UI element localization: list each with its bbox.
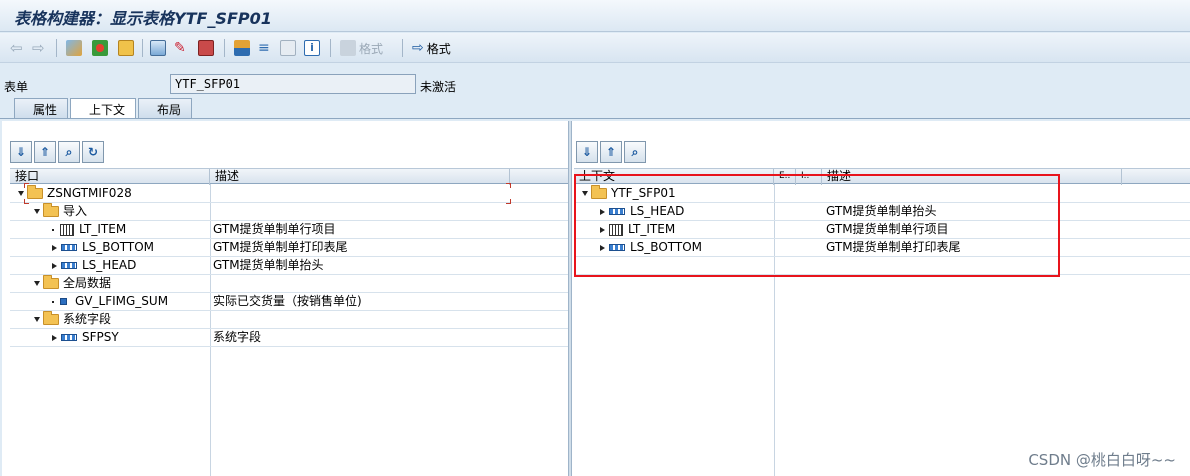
style-disabled-icon <box>340 40 356 56</box>
left-table-header: 接口 描述 <box>10 168 568 185</box>
activate-icon[interactable] <box>92 39 108 57</box>
refresh-icon[interactable]: ↻ <box>82 141 104 163</box>
application-toolbar: ⇦ ⇨ ✎ ≡ i 格式 ⇨ 格式 <box>0 33 1190 63</box>
tab-strip: 属性 上下文 布局 <box>14 98 194 118</box>
highlight-annotation <box>574 174 1060 277</box>
form-icon[interactable] <box>198 39 214 57</box>
folder-icon <box>27 185 43 199</box>
table-type-icon <box>60 223 74 236</box>
info-icon[interactable]: i <box>304 39 320 57</box>
tab-properties[interactable]: 属性 <box>14 98 69 118</box>
find-icon[interactable]: ⌕ <box>58 141 80 163</box>
where-used-icon[interactable] <box>150 39 166 57</box>
variable-icon <box>60 298 67 305</box>
tab-context[interactable]: 上下文 <box>70 98 137 118</box>
check-icon[interactable] <box>118 39 134 57</box>
right-panel-toolbar: ⇓ ⇑ ⌕ <box>576 141 646 163</box>
expand-toggle-icon[interactable] <box>34 317 40 322</box>
tree-row[interactable]: ZSNGTMIF028 <box>10 185 568 203</box>
align-icon[interactable]: ≡ <box>258 39 270 57</box>
tree-row[interactable]: SFPSY 系统字段 <box>10 329 568 347</box>
left-panel-toolbar: ⇓ ⇑ ⌕ ↻ <box>10 141 104 163</box>
structure-icon <box>61 244 77 251</box>
column-description[interactable]: 描述 <box>210 169 510 185</box>
collapse-all-icon[interactable]: ⇑ <box>600 141 622 163</box>
expand-toggle-icon[interactable] <box>52 244 57 251</box>
expand-toggle-icon[interactable] <box>34 209 40 214</box>
selection-bracket <box>506 183 511 188</box>
expand-all-icon[interactable]: ⇓ <box>10 141 32 163</box>
folder-icon <box>43 275 59 289</box>
forward-arrow-icon[interactable]: ⇨ <box>32 39 45 57</box>
watermark: CSDN @桃白白呀~~ <box>1028 451 1176 469</box>
expand-toggle-icon[interactable] <box>34 281 40 286</box>
form-row: 表单 YTF_SFP01 未激活 <box>0 73 1190 97</box>
tree-row[interactable]: 全局数据 <box>10 275 568 293</box>
form-label: 表单 <box>4 80 29 94</box>
table-view-icon <box>280 39 296 57</box>
selection-bracket <box>24 183 29 188</box>
tree-row[interactable]: LS_HEAD GTM提货单制单抬头 <box>10 257 568 275</box>
interface-panel: ⇓ ⇑ ⌕ ↻ 接口 描述 ZSNGTMIF028 导入 LT_ITEM GTM… <box>2 121 568 476</box>
tab-layout[interactable]: 布局 <box>138 98 193 118</box>
folder-icon <box>43 311 59 325</box>
tree-row[interactable]: GV_LFIMG_SUM 实际已交货量（按销售单位) <box>10 293 568 311</box>
window-title: 表格构建器：显示表格YTF_SFP01 <box>14 9 272 28</box>
find-icon[interactable]: ⌕ <box>624 141 646 163</box>
hierarchy-icon[interactable] <box>234 39 250 57</box>
structure-icon <box>61 334 77 341</box>
arrow-right-icon: ⇨ <box>412 40 424 56</box>
style-button[interactable]: ⇨ 格式 <box>412 39 451 57</box>
status-text: 未激活 <box>420 80 457 94</box>
magic-wand-icon[interactable]: ✎ <box>174 39 186 57</box>
form-name-field[interactable]: YTF_SFP01 <box>170 74 416 94</box>
expand-toggle-icon[interactable] <box>52 334 57 341</box>
expand-all-icon[interactable]: ⇓ <box>576 141 598 163</box>
structure-icon <box>61 262 77 269</box>
tree-row[interactable]: LT_ITEM GTM提货单制单行项目 <box>10 221 568 239</box>
folder-icon <box>43 203 59 217</box>
title-bar: 表格构建器：显示表格YTF_SFP01 <box>0 0 1190 32</box>
style-button-disabled: 格式 <box>340 39 383 57</box>
display-change-icon[interactable] <box>66 39 82 57</box>
back-arrow-icon[interactable]: ⇦ <box>10 39 23 57</box>
expand-toggle-icon[interactable] <box>18 191 24 196</box>
tree-row[interactable]: 系统字段 <box>10 311 568 329</box>
tree-row[interactable]: 导入 <box>10 203 568 221</box>
tree-row[interactable]: LS_BOTTOM GTM提货单制单打印表尾 <box>10 239 568 257</box>
collapse-all-icon[interactable]: ⇑ <box>34 141 56 163</box>
expand-toggle-icon[interactable] <box>52 262 57 269</box>
column-interface[interactable]: 接口 <box>10 169 210 185</box>
